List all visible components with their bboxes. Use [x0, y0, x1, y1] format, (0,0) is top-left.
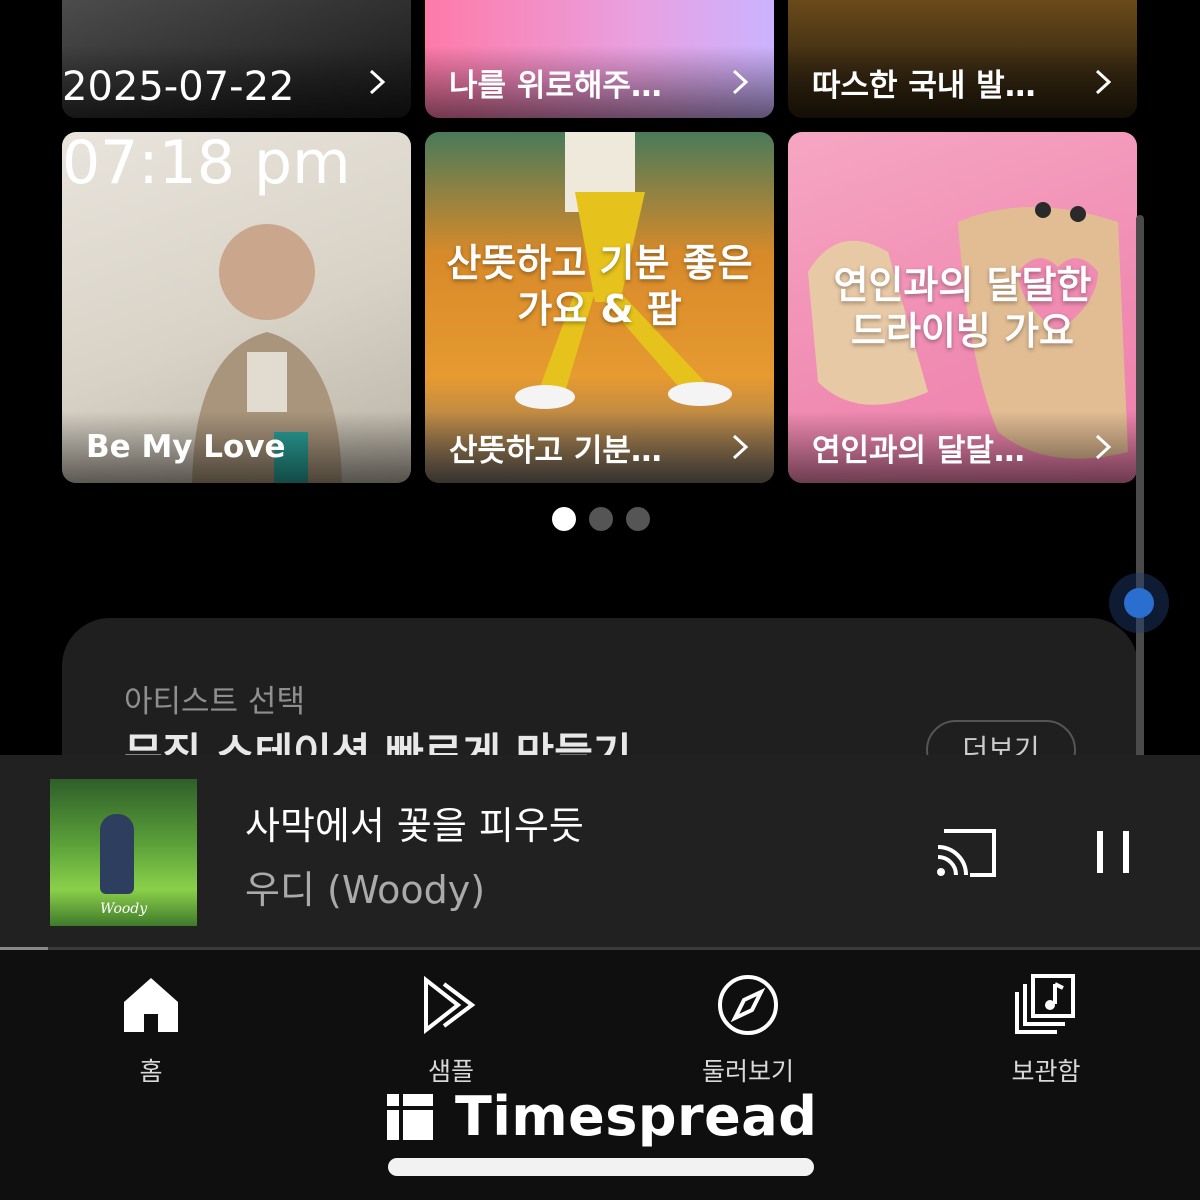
overlay-line: 산뜻하고 기분 좋은 — [446, 241, 753, 285]
playlist-card-date-drive[interactable]: 연인과의 달달한 드라이빙 가요 연인과의 달달… — [788, 132, 1137, 483]
card-caption: 나를 위로해주… — [425, 46, 774, 118]
scrollbar-thumb[interactable] — [1109, 573, 1169, 633]
mini-player[interactable]: Woody 사막에서 꽃을 피우듯 우디 (Woody) — [0, 755, 1200, 950]
compass-icon — [718, 975, 778, 1035]
carousel-dot-2[interactable] — [589, 507, 613, 531]
cast-icon[interactable] — [934, 825, 1000, 881]
overlay-date: 2025-07-22 — [62, 64, 295, 110]
artist-section-kicker: 아티스트 선택 — [124, 684, 305, 720]
playlist-card-top-2[interactable]: 나를 위로해주… — [425, 0, 774, 118]
scrollbar-thumb-dot — [1124, 588, 1154, 618]
card-caption-text: 나를 위로해주… — [449, 67, 662, 104]
library-icon — [1015, 974, 1075, 1034]
card-caption: 연인과의 달달… — [788, 411, 1137, 483]
carousel-dot-1[interactable] — [552, 507, 576, 531]
overlay-line: 가요 & 팝 — [517, 287, 682, 331]
album-art[interactable]: Woody — [50, 779, 197, 926]
samples-play-icon — [424, 975, 476, 1035]
card-caption-text: Be My Love — [86, 429, 286, 465]
nav-label: 보관함 — [1011, 1057, 1081, 1086]
home-indicator[interactable] — [388, 1158, 814, 1176]
timespread-brand-text: Timespread — [455, 1085, 818, 1148]
nav-label: 둘러보기 — [701, 1057, 794, 1086]
chevron-right-icon — [1095, 69, 1112, 95]
card-caption: 산뜻하고 기분… — [425, 411, 774, 483]
card-caption: 따스한 국내 발… — [788, 46, 1137, 118]
nav-label: 홈 — [139, 1057, 163, 1086]
overlay-time: 07:18 pm — [62, 128, 351, 198]
chevron-right-icon — [732, 434, 749, 460]
card-caption: Be My Love — [62, 411, 411, 483]
playlist-overlay-title: 산뜻하고 기분 좋은 가요 & 팝 — [425, 240, 774, 332]
track-title: 사막에서 꽃을 피우듯 — [245, 804, 584, 848]
card-caption-text: 따스한 국내 발… — [812, 67, 1036, 104]
playlist-card-top-3[interactable]: 따스한 국내 발… — [788, 0, 1137, 118]
pause-icon[interactable] — [1095, 829, 1131, 875]
carousel-page-dots — [552, 507, 650, 531]
chevron-right-icon — [369, 69, 386, 95]
playlist-card-fresh-pop[interactable]: 산뜻하고 기분 좋은 가요 & 팝 산뜻하고 기분… — [425, 132, 774, 483]
playlist-overlay-title: 연인과의 달달한 드라이빙 가요 — [788, 262, 1137, 354]
chevron-right-icon — [1095, 434, 1112, 460]
nav-item-explore[interactable]: 둘러보기 — [648, 972, 848, 1088]
track-artist: 우디 (Woody) — [245, 868, 486, 912]
card-caption-text: 연인과의 달달… — [812, 432, 1025, 469]
nav-item-home[interactable]: 홈 — [51, 972, 251, 1088]
card-caption-text: 산뜻하고 기분… — [449, 432, 662, 469]
nav-item-library[interactable]: 보관함 — [946, 972, 1146, 1088]
carousel-dot-3[interactable] — [626, 507, 650, 531]
nav-item-samples[interactable]: 샘플 — [351, 972, 551, 1088]
timespread-logo-icon — [387, 1093, 433, 1140]
home-icon — [124, 978, 178, 1032]
album-art-brand: Woody — [100, 901, 148, 917]
nav-label: 샘플 — [427, 1057, 474, 1086]
chevron-right-icon — [732, 69, 749, 95]
overlay-line: 드라이빙 가요 — [851, 309, 1074, 353]
timespread-watermark: Timespread — [385, 1085, 817, 1148]
overlay-line: 연인과의 달달한 — [833, 263, 1092, 307]
album-art-figure — [100, 814, 134, 894]
